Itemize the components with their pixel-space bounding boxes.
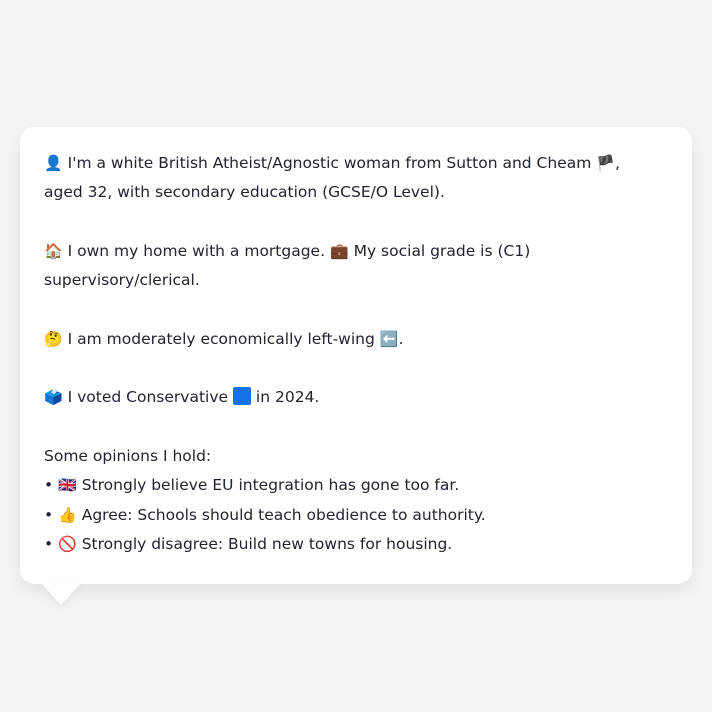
education-line: aged 32, with secondary education (GCSE/… [44,183,445,202]
social-grade-text: My social grade is (C1) [353,241,531,260]
home-text: I own my home with a mortgage. [67,241,326,260]
bullet: • [44,476,54,495]
identity-text: I'm a white British Atheist/Agnostic wom… [67,154,592,172]
identity-line: 👤 I'm a white British Atheist/Agnostic w… [44,149,668,178]
thumbs-up-icon: 👍 [58,505,77,524]
house-icon: 🏠 [44,241,63,260]
opinion-text: Agree: Schools should teach obedience to… [81,505,486,524]
economics-line: 🤔 I am moderately economically left-wing… [44,325,668,354]
opinion-text: Strongly disagree: Build new towns for h… [81,534,453,553]
opinion-item: • 👍 Agree: Schools should teach obedienc… [44,501,668,530]
bubble-tail [42,584,80,605]
persona-message-bubble: 👤 I'm a white British Atheist/Agnostic w… [20,127,692,584]
economics-text: I am moderately economically left-wing [67,329,375,348]
left-arrow-icon: ⬅️ [379,329,399,348]
bullet: • [44,534,54,553]
briefcase-icon: 💼 [329,241,349,260]
ballot-box-icon: 🗳️ [44,388,63,407]
person-icon: 👤 [44,154,63,172]
vote-line: 🗳️ I voted Conservative in 2024. [44,383,668,412]
opinion-item: • 🚫 Strongly disagree: Build new towns f… [44,530,668,559]
period: . [398,329,404,348]
opinion-text: Strongly believe EU integration has gone… [81,476,460,495]
opinions-heading: Some opinions I hold: [44,446,212,465]
uk-flag-icon: 🇬🇧 [58,476,77,495]
social-grade-line: supervisory/clerical. [44,271,200,290]
vote-text: I voted Conservative [67,388,229,407]
prohibited-icon: 🚫 [58,534,77,553]
opinion-item: • 🇬🇧 Strongly believe EU integration has… [44,471,668,500]
thinking-face-icon: 🤔 [44,329,63,348]
bullet: • [44,505,54,524]
home-line: 🏠 I own my home with a mortgage. 💼 My so… [44,237,668,266]
blue-square-icon [232,387,251,406]
vote-year-text: in 2024. [255,388,320,407]
comma: , [614,154,620,172]
england-flag-icon: 🏴 [596,154,615,172]
